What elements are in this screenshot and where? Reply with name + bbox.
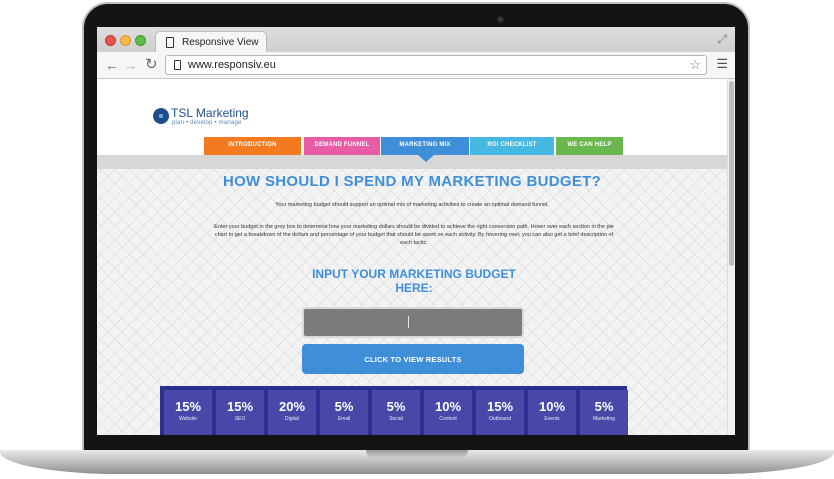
forward-button[interactable]: → [123, 57, 137, 73]
tile-website[interactable]: 15% Website [164, 390, 212, 435]
arrow-right-icon: → [123, 57, 137, 73]
nav-tab-demand-funnel[interactable]: DEMAND FUNNEL [304, 137, 380, 155]
page-title: HOW SHOULD I SPEND MY MARKETING BUDGET? [222, 173, 602, 190]
tile-label: Events [544, 416, 560, 422]
tile-label: Email [337, 416, 351, 422]
screen: Responsive View ⤢ ← → ↻ www.responsiv.eu… [97, 27, 735, 435]
page-icon [174, 60, 181, 70]
browser-toolbar: ← → ↻ www.responsiv.eu ☆ ☰ [97, 52, 735, 79]
tile-percent: 10% [434, 399, 462, 414]
tile-percent: 15% [226, 399, 254, 414]
tile-label: SEO [234, 416, 246, 422]
url-text: www.responsiv.eu [188, 59, 276, 71]
close-window-button[interactable] [105, 35, 116, 46]
tile-percent: 20% [278, 399, 306, 414]
budget-input[interactable] [302, 307, 524, 338]
fullscreen-icon[interactable]: ⤢ [717, 32, 727, 47]
intro-paragraph-2: Enter your budget in the grey box to det… [214, 224, 614, 246]
nav-tab-roi-checklist[interactable]: ROI CHECKLIST [470, 137, 554, 155]
tab-title: Responsive View [182, 37, 259, 48]
tile-content[interactable]: 10% Content [424, 390, 472, 435]
scrollbar-thumb[interactable] [729, 81, 734, 266]
back-button[interactable]: ← [105, 57, 119, 73]
vertical-scrollbar[interactable] [727, 79, 735, 435]
reload-button[interactable]: ↻ [145, 57, 158, 73]
reload-icon: ↻ [145, 56, 158, 73]
browser-tab-bar: Responsive View ⤢ [97, 27, 735, 52]
tile-digital[interactable]: 20% Digital [268, 390, 316, 435]
text-caret [408, 316, 409, 328]
laptop-base-notch [366, 450, 468, 458]
tile-percent: 15% [486, 399, 514, 414]
allocation-tiles: 15% Website 15% SEO 20% Digital 5% Email [160, 386, 628, 435]
tile-marketing[interactable]: 5% Marketing [580, 390, 628, 435]
tile-events[interactable]: 10% Events [528, 390, 576, 435]
address-bar[interactable]: www.responsiv.eu ☆ [165, 55, 707, 75]
logo-globe-icon [153, 108, 169, 124]
tile-label: Outbound [489, 416, 511, 422]
tile-outbound[interactable]: 15% Outbound [476, 390, 524, 435]
main-content: HOW SHOULD I SPEND MY MARKETING BUDGET? … [97, 169, 727, 435]
nav-tab-marketing-mix[interactable]: MARKETING MIX [381, 137, 469, 155]
camera-icon [497, 16, 504, 23]
budget-heading: INPUT YOUR MARKETING BUDGET HERE: [312, 267, 516, 295]
page-icon [166, 37, 174, 48]
tile-percent: 15% [174, 399, 202, 414]
active-tab-pointer [418, 155, 434, 162]
page-viewport: TSL Marketing plan • develop • manage IN… [97, 79, 727, 435]
tile-percent: 5% [334, 399, 354, 414]
zoom-window-button[interactable] [135, 35, 146, 46]
tile-percent: 5% [594, 399, 614, 414]
nav-tab-introduction[interactable]: INTRODUCTION [204, 137, 301, 155]
tile-label: Website [179, 416, 197, 422]
arrow-left-icon: ← [105, 57, 119, 73]
laptop-frame: Responsive View ⤢ ← → ↻ www.responsiv.eu… [0, 0, 834, 479]
hamburger-menu-icon[interactable]: ☰ [716, 56, 728, 72]
tile-label: Content [439, 416, 457, 422]
tile-seo[interactable]: 15% SEO [216, 390, 264, 435]
tile-label: Social [389, 416, 403, 422]
minimize-window-button[interactable] [120, 35, 131, 46]
tile-social[interactable]: 5% Social [372, 390, 420, 435]
tile-percent: 10% [538, 399, 566, 414]
site-header: TSL Marketing plan • develop • manage IN… [97, 79, 727, 157]
view-results-button[interactable]: CLICK TO VIEW RESULTS [302, 344, 524, 374]
star-icon[interactable]: ☆ [689, 57, 701, 73]
logo-name: TSL Marketing [171, 106, 249, 120]
intro-paragraph-1: Your marketing budget should support an … [275, 202, 549, 208]
tile-label: Marketing [593, 416, 615, 422]
tile-percent: 5% [386, 399, 406, 414]
browser-tab[interactable]: Responsive View [155, 31, 267, 52]
tile-label: Digital [285, 416, 299, 422]
nav-tab-we-can-help[interactable]: WE CAN HELP [556, 137, 623, 155]
tile-email[interactable]: 5% Email [320, 390, 368, 435]
nav-underline-strip [97, 155, 727, 169]
logo-tagline: plan • develop • manage [172, 120, 242, 126]
